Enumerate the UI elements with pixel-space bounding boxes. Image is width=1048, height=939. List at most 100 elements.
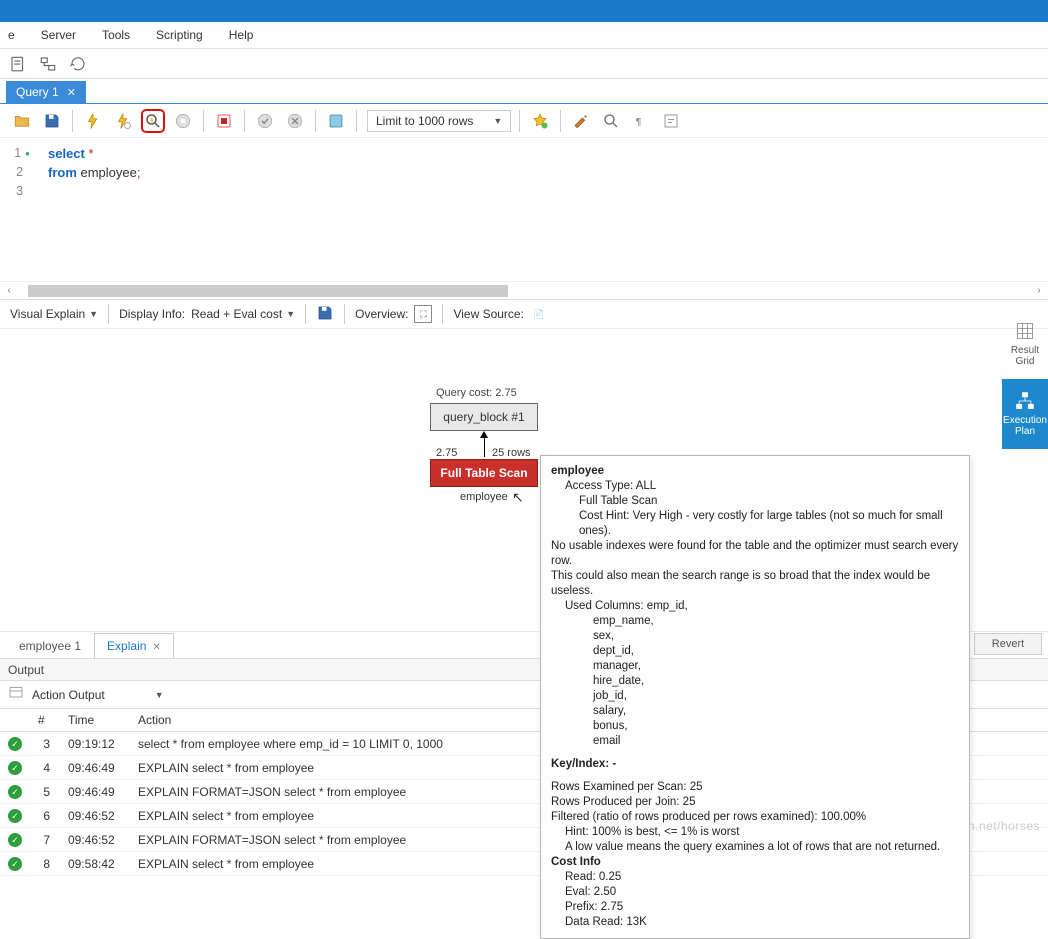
tooltip-text: Prefix: 2.75 [551,900,959,915]
tooltip-text: Full Table Scan [579,495,657,507]
tooltip-text: sex, [551,629,959,644]
tab-label: employee 1 [19,639,81,653]
code-area[interactable]: select * from employee; [38,138,1048,281]
editor-toolbar: Limit to 1000 rows ▼ ¶ [0,104,1048,138]
chevron-down-icon: ▼ [155,690,164,700]
commit-icon[interactable] [253,109,277,133]
chevron-down-icon: ▼ [493,116,502,126]
revert-button[interactable]: Revert [974,633,1042,655]
keyword: select [48,146,85,161]
separator [356,110,357,132]
menu-item[interactable]: Server [37,26,80,44]
index-cell: 8 [30,852,60,876]
rollback-icon[interactable] [283,109,307,133]
titlebar [0,0,1048,22]
menu-item[interactable]: Scripting [152,26,207,44]
result-grid-tab[interactable]: Result Grid [1002,309,1048,379]
menu-item[interactable]: Help [225,26,258,44]
scroll-thumb[interactable] [28,285,508,297]
dropdown-label: Read + Eval cost [191,307,282,321]
stop-on-error-icon[interactable] [212,109,236,133]
col-index: # [30,709,60,732]
visual-explain-bar: Visual Explain ▼ Display Info: Read + Ev… [0,299,1048,329]
right-side-panel: Result Grid Execution Plan [1002,309,1048,449]
close-icon[interactable]: ✕ [152,642,160,653]
status-cell: ✓ [0,732,30,756]
tab-label: Result Grid [1011,345,1039,367]
explain-icon[interactable] [141,109,165,133]
overview-label: Overview: [355,307,408,321]
tooltip-text: Filtered (ratio of rows produced per row… [551,810,959,825]
execution-plan-tab[interactable]: Execution Plan [1002,379,1048,449]
refresh-icon[interactable] [68,54,88,74]
output-type-dropdown[interactable]: Action Output ▼ [32,688,164,702]
separator [305,304,306,324]
tooltip-text: dept_id, [551,644,959,659]
menu-item[interactable]: e [4,26,19,44]
menubar: e Server Tools Scripting Help [0,22,1048,48]
view-source-icon[interactable]: 📄 [530,305,548,323]
query-block-node[interactable]: query_block #1 [430,403,538,431]
limit-dropdown[interactable]: Limit to 1000 rows ▼ [367,110,511,132]
overview-icon[interactable]: ⛶ [414,305,432,323]
autocommit-icon[interactable] [324,109,348,133]
cost-value: 2.75 [436,447,457,459]
favorite-icon[interactable] [528,109,552,133]
save-icon[interactable] [40,109,64,133]
code-text: ; [137,165,141,180]
scroll-track[interactable] [18,284,1030,298]
tooltip-text: salary, [551,704,959,719]
separator [344,304,345,324]
code-text: employee [77,165,137,180]
save-plan-icon[interactable] [316,304,334,325]
execute-icon[interactable] [81,109,105,133]
tab-label: Execution Plan [1003,415,1047,437]
separator [72,110,73,132]
tooltip-text: Read: 0.25 [551,870,959,885]
display-info-dropdown[interactable]: Read + Eval cost ▼ [191,307,295,321]
scroll-right-icon[interactable]: › [1030,285,1048,296]
tooltip-text: manager, [551,659,959,674]
tab-employee[interactable]: employee 1 [6,633,94,658]
status-cell: ✓ [0,828,30,852]
time-cell: 09:58:42 [60,852,130,876]
keyword: from [48,165,77,180]
time-cell: 09:46:49 [60,780,130,804]
index-cell: 3 [30,732,60,756]
model-icon[interactable] [38,54,58,74]
scroll-left-icon[interactable]: ‹ [0,285,18,296]
tooltip-text: job_id, [551,689,959,704]
line-gutter: 1● 2 3 [0,138,38,281]
find-icon[interactable] [599,109,623,133]
separator [560,110,561,132]
index-cell: 6 [30,804,60,828]
invisible-chars-icon[interactable]: ¶ [629,109,653,133]
sql-file-icon[interactable] [8,54,28,74]
sql-editor[interactable]: 1● 2 3 select * from employee; [0,138,1048,281]
stop-icon[interactable] [171,109,195,133]
table-name-label: employee [460,491,508,503]
menu-item[interactable]: Tools [98,26,134,44]
explain-mode-dropdown[interactable]: Visual Explain ▼ [10,307,98,321]
tab-explain[interactable]: Explain✕ [94,633,174,658]
wrap-icon[interactable] [659,109,683,133]
separator [108,304,109,324]
view-source-label: View Source: [453,307,523,321]
success-icon: ✓ [8,857,22,871]
svg-text:¶: ¶ [636,115,642,127]
query-tab[interactable]: Query 1 ✕ [6,81,86,103]
tooltip-text: Used Columns: emp_id, [565,600,688,612]
horizontal-scrollbar[interactable]: ‹ › [0,281,1048,299]
close-icon[interactable]: ✕ [67,86,76,99]
display-info-label: Display Info: [119,307,185,321]
full-table-scan-node[interactable]: Full Table Scan [430,459,538,487]
status-cell: ✓ [0,852,30,876]
execute-current-icon[interactable] [111,109,135,133]
beautify-icon[interactable] [569,109,593,133]
dropdown-label: Visual Explain [10,307,85,321]
col-time: Time [60,709,130,732]
open-icon[interactable] [10,109,34,133]
output-panel-icon[interactable] [8,685,24,704]
status-cell: ✓ [0,780,30,804]
rows-value: 25 rows [492,447,531,459]
